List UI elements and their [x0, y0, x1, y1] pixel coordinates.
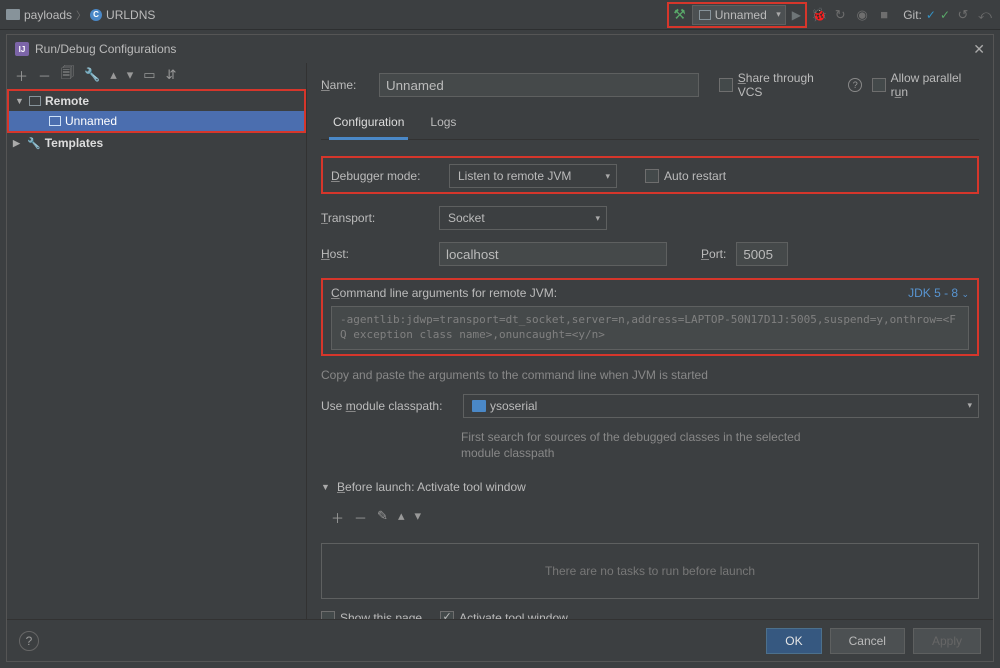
breadcrumb-separator: 〉 [76, 7, 86, 22]
coverage-icon[interactable]: ↻ [831, 7, 849, 23]
expand-arrow-icon: ▼ [321, 482, 331, 492]
auto-restart-checkbox[interactable]: Auto restart [645, 169, 726, 183]
collapse-arrow-icon[interactable]: ▶ [13, 138, 23, 149]
add-icon[interactable]: ＋ [15, 66, 28, 85]
run-config-dropdown[interactable]: Unnamed [692, 5, 786, 25]
down-icon[interactable]: ▾ [127, 67, 134, 83]
stop-icon[interactable]: ■ [875, 7, 893, 22]
module-icon [472, 400, 486, 412]
checkbox-checked-icon [440, 611, 454, 619]
cmdline-hint: Copy and paste the arguments to the comm… [321, 368, 979, 382]
git-rollback-icon[interactable]: ⤺ [976, 7, 994, 23]
up-icon[interactable]: ▴ [398, 508, 405, 527]
remote-config-icon [699, 10, 711, 20]
show-page-checkbox[interactable]: Show this page [321, 611, 422, 619]
config-main-panel: Name: Share through VCS ? Allow parallel… [307, 63, 993, 619]
collapse-icon[interactable]: ⇵ [166, 67, 177, 83]
breadcrumb: payloads 〉 C URLDNS [6, 7, 155, 22]
dialog-footer: ? OK Cancel Apply [7, 619, 993, 661]
activate-window-checkbox[interactable]: Activate tool window [440, 611, 568, 619]
remote-config-icon [49, 116, 61, 126]
checkbox-icon [321, 611, 335, 619]
share-vcs-checkbox[interactable]: Share through VCS [719, 71, 838, 99]
module-classpath-dropdown[interactable]: ysoserial [463, 394, 979, 418]
top-toolbar: payloads 〉 C URLDNS ⚒ Unnamed ▶ 🐞 ↻ ◉ ■ … [0, 0, 1000, 30]
remove-icon[interactable]: － [354, 508, 367, 527]
sidebar-toolbar: ＋ － 🗐 🔧 ▴ ▾ ▭ ⇵ [7, 63, 306, 87]
module-hint-2: module classpath [461, 446, 979, 460]
tab-configuration[interactable]: Configuration [329, 109, 408, 140]
templates-icon: 🔧 [27, 137, 41, 150]
run-icon[interactable]: ▶ [792, 8, 801, 22]
host-label: Host: [321, 247, 429, 261]
checkbox-icon [719, 78, 733, 92]
profiler-icon[interactable]: ◉ [853, 7, 871, 23]
help-icon[interactable]: ? [848, 78, 862, 92]
help-button[interactable]: ? [19, 631, 39, 651]
transport-label: Transport: [321, 211, 429, 225]
tree-node-templates[interactable]: ▶ 🔧 Templates [7, 133, 306, 153]
copy-icon[interactable]: 🗐 [61, 64, 74, 86]
git-history-icon[interactable]: ↺ [954, 7, 972, 23]
config-tree: ▼ Remote Unnamed ▶ 🔧 Templates [7, 87, 306, 619]
checkbox-icon [645, 169, 659, 183]
allow-parallel-checkbox[interactable]: Allow parallel run [872, 71, 979, 99]
git-commit-icon[interactable]: ✓ [940, 8, 950, 22]
remote-section-highlight: ▼ Remote Unnamed [7, 89, 306, 133]
folder-icon [6, 9, 20, 20]
dialog-title-text: Run/Debug Configurations [35, 42, 176, 56]
module-classpath-label: Use module classpath: [321, 399, 453, 413]
intellij-icon: IJ [15, 42, 29, 56]
remove-icon[interactable]: － [38, 66, 51, 85]
config-sidebar: ＋ － 🗐 🔧 ▴ ▾ ▭ ⇵ ▼ Remote [7, 63, 307, 619]
transport-dropdown[interactable]: Socket [439, 206, 607, 230]
jdk-version-dropdown[interactable]: JDK 5 - 8 ⌄ [908, 286, 969, 300]
host-field[interactable] [439, 242, 667, 266]
debugger-mode-dropdown[interactable]: Listen to remote JVM [449, 164, 617, 188]
run-config-name: Unnamed [715, 8, 767, 22]
class-icon: C [90, 9, 102, 21]
edit-icon[interactable]: ✎ [377, 508, 388, 527]
module-hint-1: First search for sources of the debugged… [461, 430, 979, 444]
debugger-mode-label: Debugger mode: [331, 169, 439, 183]
add-icon[interactable]: ＋ [331, 508, 344, 527]
remote-type-icon [29, 96, 41, 106]
tab-logs[interactable]: Logs [426, 109, 460, 139]
checkbox-icon [872, 78, 886, 92]
before-launch-header[interactable]: ▼ Before launch: Activate tool window [321, 472, 979, 494]
cmdline-highlight: Command line arguments for remote JVM: J… [321, 278, 979, 356]
name-label: Name: [321, 78, 369, 92]
cancel-button[interactable]: Cancel [830, 628, 905, 654]
wrench-icon[interactable]: 🔧 [84, 67, 100, 83]
git-label: Git: [903, 8, 922, 22]
tree-node-remote[interactable]: ▼ Remote [9, 91, 304, 111]
up-icon[interactable]: ▴ [110, 67, 117, 83]
apply-button[interactable]: Apply [913, 628, 981, 654]
dialog-titlebar: IJ Run/Debug Configurations ✕ [7, 35, 993, 63]
run-config-highlight: ⚒ Unnamed ▶ [667, 2, 807, 28]
before-launch-tasks: There are no tasks to run before launch [321, 543, 979, 599]
port-label: Port: [701, 247, 726, 261]
git-update-icon[interactable]: ✓ [926, 8, 936, 22]
ok-button[interactable]: OK [766, 628, 821, 654]
debugger-mode-highlight: Debugger mode: Listen to remote JVM Auto… [321, 156, 979, 194]
expand-arrow-icon[interactable]: ▼ [15, 96, 25, 106]
cmdline-label: Command line arguments for remote JVM: [331, 286, 557, 300]
tree-node-unnamed[interactable]: Unnamed [9, 111, 304, 131]
down-icon[interactable]: ▾ [414, 508, 421, 527]
folder-open-icon[interactable]: ▭ [143, 67, 155, 83]
cmdline-field[interactable]: -agentlib:jdwp=transport=dt_socket,serve… [331, 306, 969, 350]
debug-icon[interactable]: 🐞 [811, 7, 827, 23]
port-field[interactable] [736, 242, 788, 266]
close-icon[interactable]: ✕ [973, 41, 985, 58]
empty-tasks-label: There are no tasks to run before launch [545, 564, 755, 578]
build-icon[interactable]: ⚒ [673, 6, 686, 23]
name-field[interactable] [379, 73, 699, 97]
run-debug-dialog: IJ Run/Debug Configurations ✕ ＋ － 🗐 🔧 ▴ … [6, 34, 994, 662]
config-tabs: Configuration Logs [321, 109, 979, 140]
breadcrumb-folder[interactable]: payloads [24, 8, 72, 22]
breadcrumb-class[interactable]: URLDNS [106, 8, 155, 22]
before-launch-toolbar: ＋ － ✎ ▴ ▾ [321, 506, 979, 531]
